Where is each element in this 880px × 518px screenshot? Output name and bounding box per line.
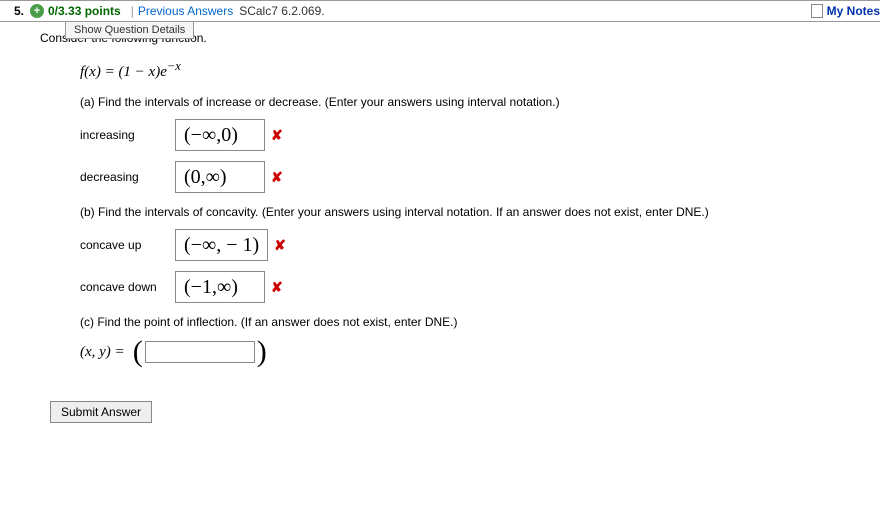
- part-a: (a) Find the intervals of increase or de…: [80, 95, 860, 193]
- concave-up-label: concave up: [80, 238, 175, 252]
- incorrect-icon: ✘: [274, 237, 286, 254]
- previous-answers-link[interactable]: Previous Answers: [138, 4, 233, 18]
- decreasing-label: decreasing: [80, 170, 175, 184]
- note-icon: [811, 4, 823, 18]
- incorrect-icon: ✘: [271, 169, 283, 186]
- fx-exponent: −x: [167, 59, 181, 73]
- divider: |: [131, 4, 134, 18]
- xy-label: (x, y) =: [80, 344, 125, 361]
- part-b: (b) Find the intervals of concavity. (En…: [80, 205, 860, 303]
- part-c-text: (c) Find the point of inflection. (If an…: [80, 315, 860, 329]
- increasing-label: increasing: [80, 128, 175, 142]
- close-paren: ): [257, 337, 267, 367]
- question-number: 5.: [0, 4, 30, 18]
- decreasing-input[interactable]: (0,∞): [175, 161, 265, 193]
- question-content: Consider the following function. f(x) = …: [0, 31, 880, 443]
- concave-down-input[interactable]: (−1,∞): [175, 271, 265, 303]
- points-text: 0/3.33 points: [48, 4, 121, 18]
- my-notes-link[interactable]: My Notes: [827, 4, 880, 18]
- textbook-reference: SCalc7 6.2.069.: [239, 4, 324, 18]
- expand-icon[interactable]: +: [30, 4, 44, 18]
- part-c: (c) Find the point of inflection. (If an…: [80, 315, 860, 367]
- show-question-details-button[interactable]: Show Question Details: [65, 21, 194, 39]
- increasing-input[interactable]: (−∞,0): [175, 119, 265, 151]
- submit-answer-button[interactable]: Submit Answer: [50, 401, 152, 423]
- open-paren: (: [133, 337, 143, 367]
- incorrect-icon: ✘: [271, 127, 283, 144]
- fx-base: f(x) = (1 − x)e: [80, 64, 167, 80]
- concave-up-input[interactable]: (−∞, − 1): [175, 229, 268, 261]
- part-a-text: (a) Find the intervals of increase or de…: [80, 95, 860, 109]
- inflection-input[interactable]: [145, 341, 255, 363]
- function-definition: f(x) = (1 − x)e−x: [80, 59, 860, 81]
- question-header: 5. + 0/3.33 points | Previous Answers SC…: [0, 0, 880, 22]
- part-b-text: (b) Find the intervals of concavity. (En…: [80, 205, 860, 219]
- incorrect-icon: ✘: [271, 279, 283, 296]
- concave-down-label: concave down: [80, 280, 175, 294]
